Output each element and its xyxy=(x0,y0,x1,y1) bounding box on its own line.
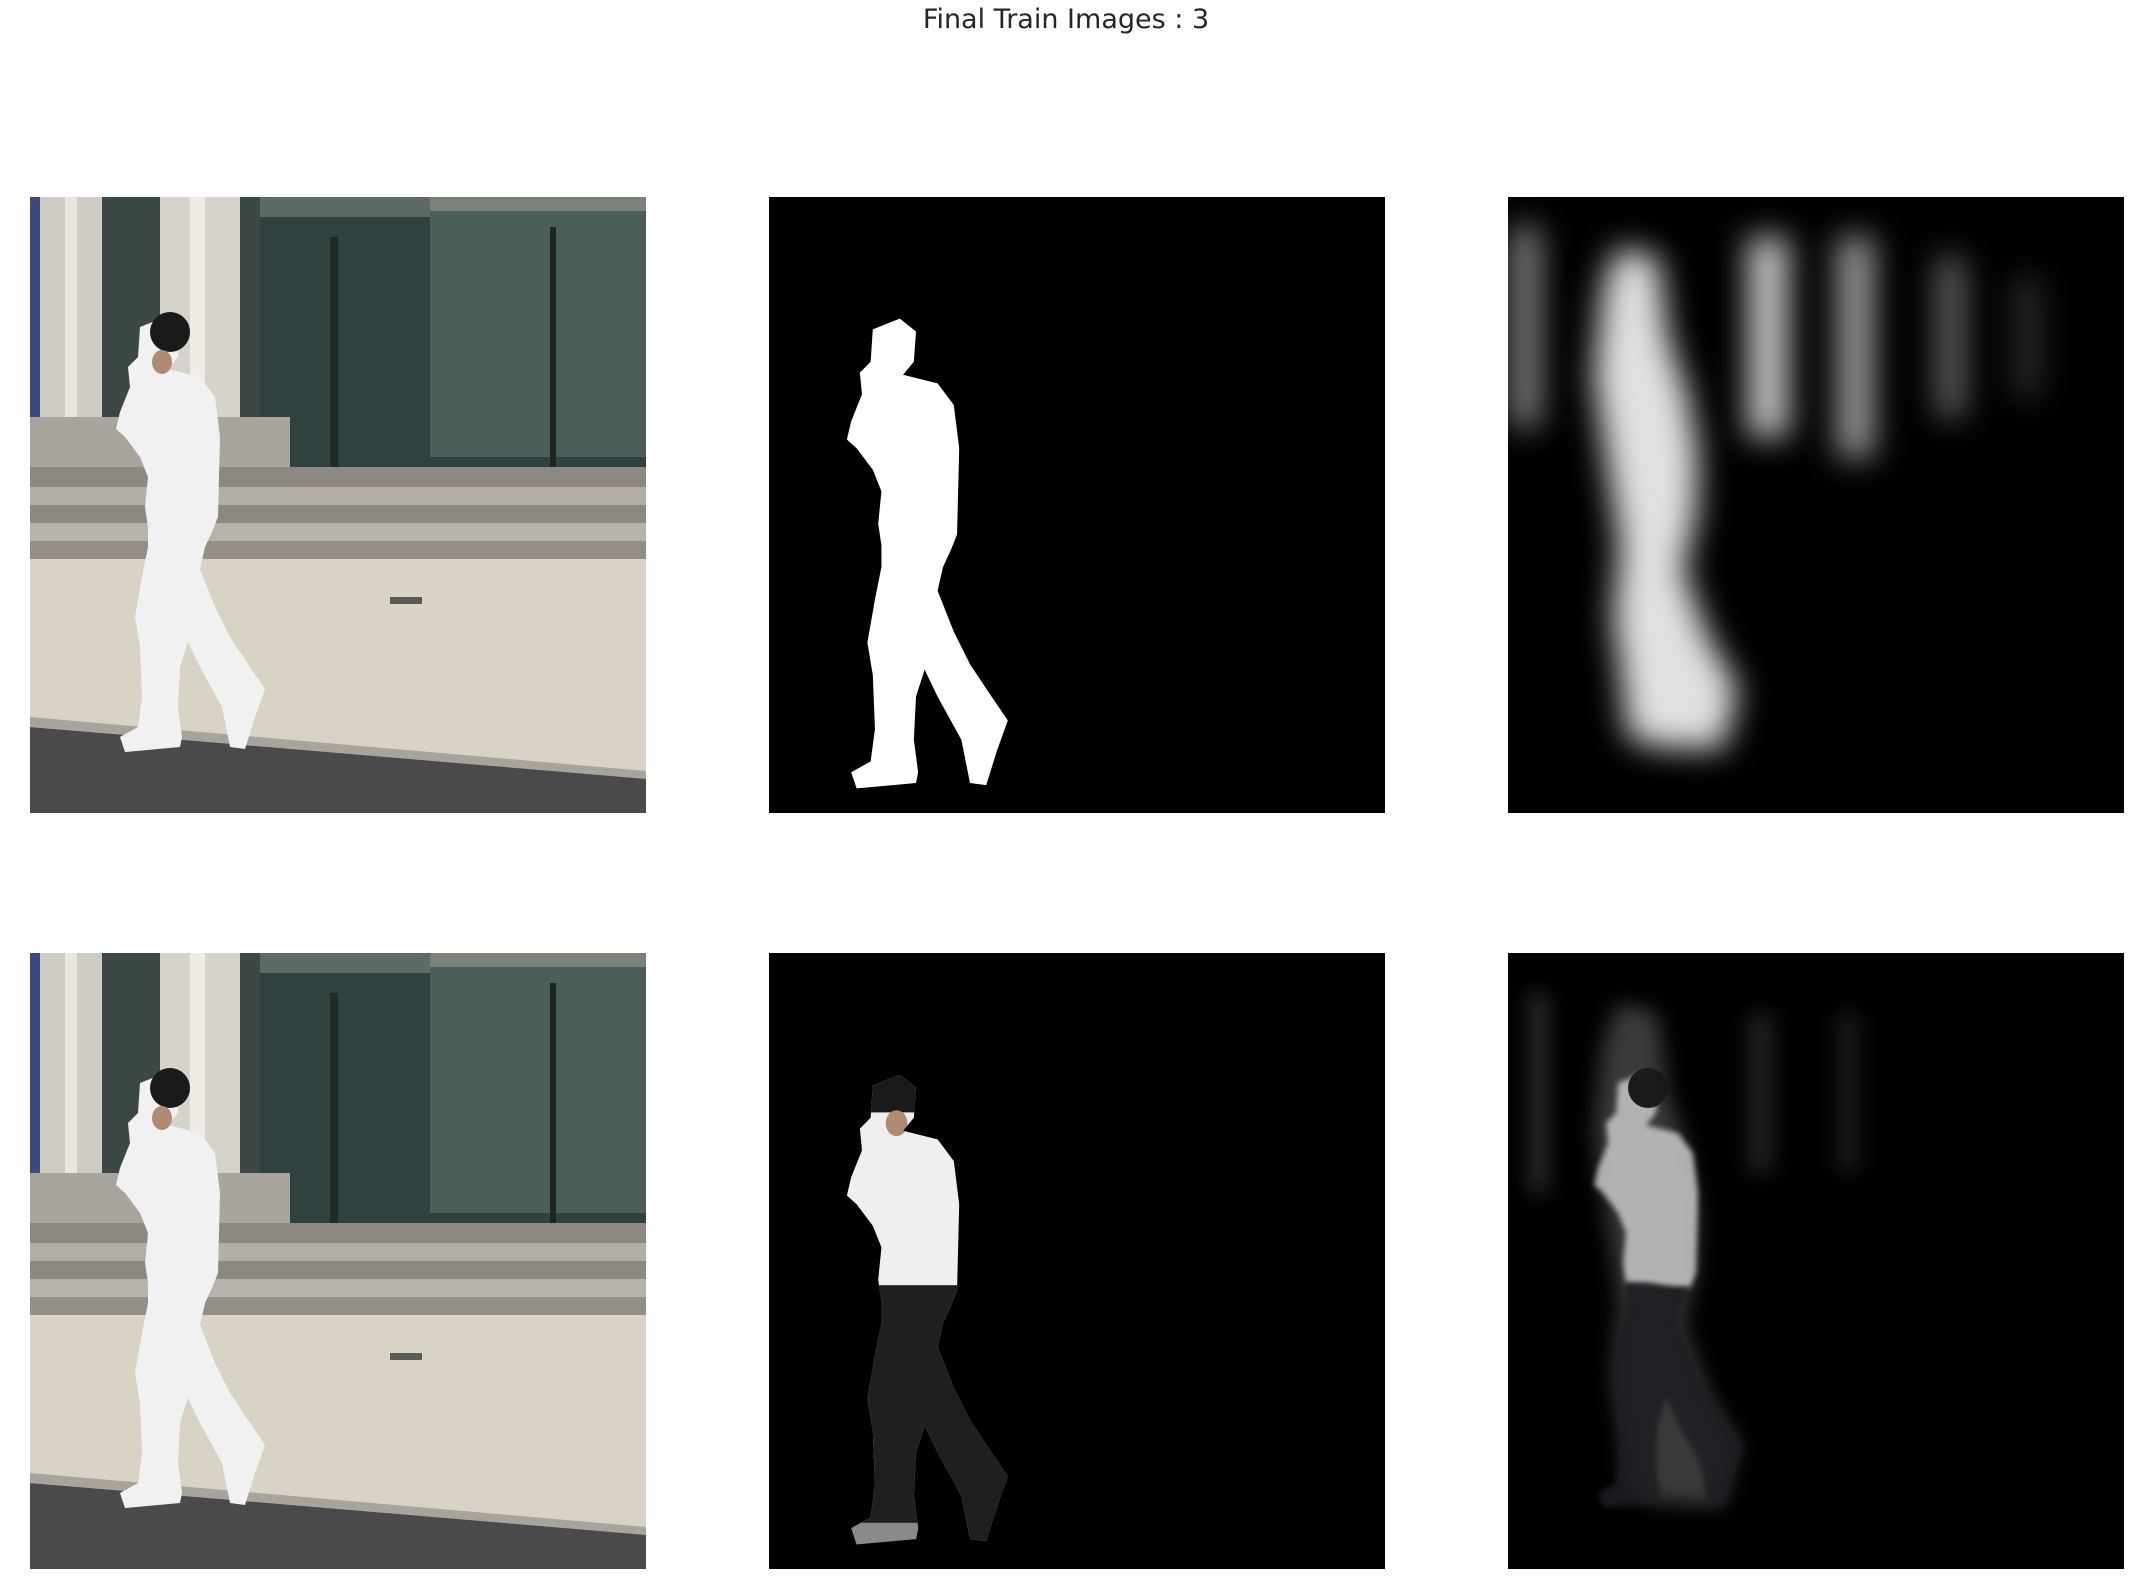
ground-truth-mask-row1 xyxy=(769,197,1385,813)
input-image-row1 xyxy=(30,197,646,813)
masked-ground-truth-row2 xyxy=(769,953,1385,1569)
figure-title: Final Train Images : 3 xyxy=(922,4,1210,35)
masked-prediction-row2 xyxy=(1508,953,2124,1569)
input-image-row2 xyxy=(30,953,646,1569)
predicted-mask-row1 xyxy=(1508,197,2124,813)
